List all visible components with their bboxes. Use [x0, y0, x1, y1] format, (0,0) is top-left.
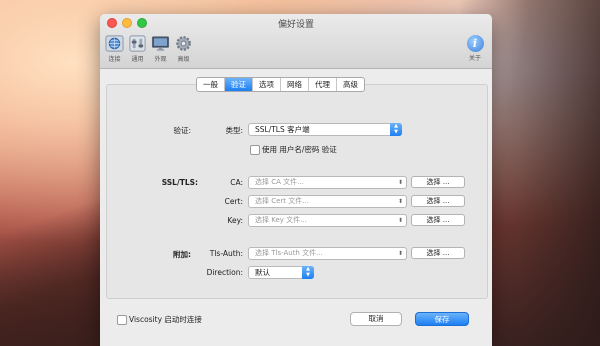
auth-section-label: 验证: [173, 126, 191, 135]
key-choose-button[interactable]: 选择 ... [411, 214, 465, 226]
chevron-updown-icon: ⬍ [397, 250, 403, 257]
tab-authentication[interactable]: 验证 [225, 78, 253, 91]
startup-connect-label: Viscosity 启动时连接 [129, 315, 202, 324]
chevron-updown-icon: ⬍ [397, 179, 403, 186]
toolbar: 连接 通用 外观 高级 [103, 34, 195, 63]
content-area: 一般 验证 选项 网络 代理 高级 验证: 类型: SSL/TLS 客户端 ▲ ▼… [100, 69, 492, 346]
tab-networking[interactable]: 网络 [281, 78, 309, 91]
ca-file-select[interactable]: 选择 CA 文件... ⬍ [248, 176, 407, 189]
chevron-updown-icon: ⬍ [397, 198, 403, 205]
info-icon: i [466, 35, 484, 52]
background-cliff-left [0, 196, 110, 346]
select-stepper-icon: ▲ ▼ [302, 266, 314, 279]
cert-choose-button[interactable]: 选择 ... [411, 195, 465, 207]
ssl-section-label: SSL/TLS: [161, 178, 198, 187]
toolbar-item-label: 通用 [131, 56, 144, 63]
toolbar-item-about[interactable]: i 关于 [463, 35, 487, 62]
userpass-checkbox[interactable] [250, 145, 260, 155]
save-button[interactable]: 保存 [415, 312, 469, 326]
auth-type-value: SSL/TLS 客户端 [255, 125, 310, 134]
direction-select[interactable]: 默认 ▲ ▼ [248, 266, 314, 279]
startup-connect-checkbox[interactable] [117, 315, 127, 325]
key-file-select[interactable]: 选择 Key 文件... ⬍ [248, 214, 407, 227]
tlsauth-label: Tls-Auth: [209, 249, 243, 258]
type-label: 类型: [225, 126, 243, 135]
monitor-icon [151, 36, 170, 51]
toolbar-item-label: 关于 [468, 55, 481, 62]
tlsauth-file-select[interactable]: 选择 Tls-Auth 文件... ⬍ [248, 247, 407, 260]
userpass-label: 使用 用户名/密码 验证 [262, 145, 337, 154]
cert-placeholder: 选择 Cert 文件... [255, 197, 309, 205]
cert-file-select[interactable]: 选择 Cert 文件... ⬍ [248, 195, 407, 208]
toolbar-item-advanced[interactable]: 高级 [172, 34, 195, 63]
ca-label: CA: [230, 178, 243, 187]
tab-bar: 一般 验证 选项 网络 代理 高级 [196, 77, 365, 92]
cert-label: Cert: [224, 197, 243, 206]
toolbar-item-label: 高级 [177, 56, 190, 63]
select-stepper-icon: ▲ ▼ [390, 123, 402, 136]
key-label: Key: [227, 216, 243, 225]
toolbar-item-appearance[interactable]: 外观 [149, 34, 172, 63]
window-title: 偏好设置 [277, 20, 314, 30]
tlsauth-placeholder: 选择 Tls-Auth 文件... [255, 249, 323, 257]
tab-options[interactable]: 选项 [253, 78, 281, 91]
tab-general[interactable]: 一般 [197, 78, 225, 91]
toolbar-item-connections[interactable]: 连接 [103, 34, 126, 63]
tab-proxy[interactable]: 代理 [309, 78, 337, 91]
direction-label: Direction: [206, 268, 243, 277]
tlsauth-choose-button[interactable]: 选择 ... [411, 247, 465, 259]
direction-value: 默认 [255, 268, 270, 277]
cancel-button[interactable]: 取消 [350, 312, 402, 326]
tab-advanced[interactable]: 高级 [337, 78, 364, 91]
ca-choose-button[interactable]: 选择 ... [411, 176, 465, 188]
auth-type-select[interactable]: SSL/TLS 客户端 ▲ ▼ [248, 123, 402, 136]
preferences-window: 偏好设置 连接 通用 外观 高级 i 关于 一般 验证 选项 网络 代理 高级 … [100, 14, 492, 346]
switch-icon [129, 35, 146, 52]
toolbar-item-general[interactable]: 通用 [126, 34, 149, 63]
globe-icon [105, 35, 124, 52]
extra-section-label: 附加: [173, 250, 191, 259]
chevron-updown-icon: ⬍ [397, 217, 403, 224]
toolbar-item-label: 外观 [154, 56, 167, 63]
key-placeholder: 选择 Key 文件... [255, 216, 307, 224]
ca-placeholder: 选择 CA 文件... [255, 178, 304, 186]
titlebar: 偏好设置 连接 通用 外观 高级 i 关于 [100, 14, 492, 69]
gear-icon [176, 36, 191, 51]
toolbar-item-label: 连接 [108, 56, 121, 63]
